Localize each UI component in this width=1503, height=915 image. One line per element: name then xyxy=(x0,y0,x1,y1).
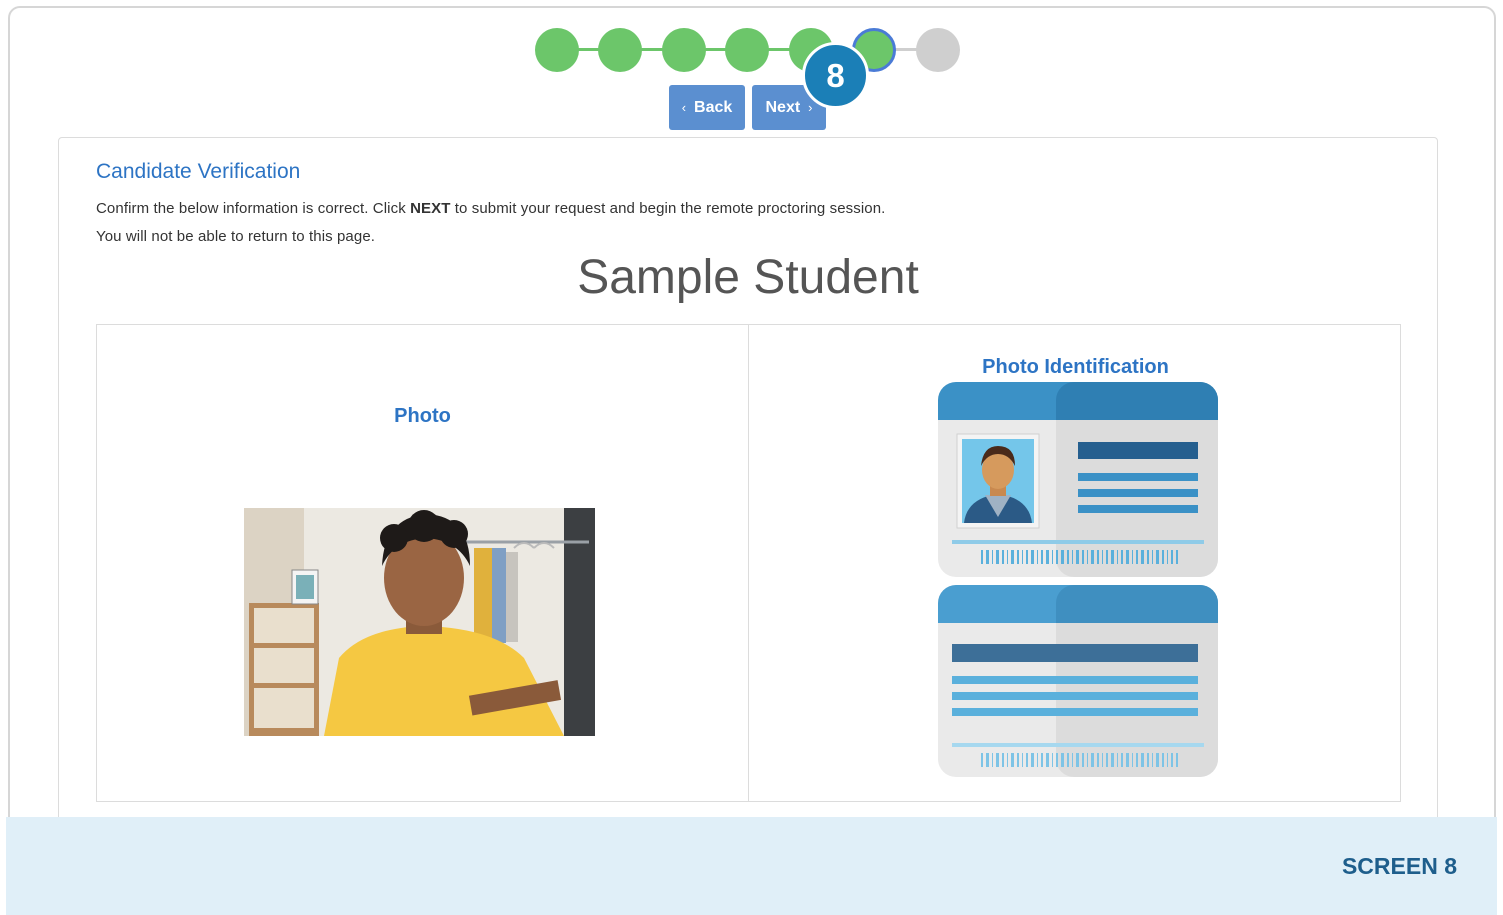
photo-heading: Photo xyxy=(394,405,451,427)
step-1 xyxy=(535,28,579,72)
next-button-label: Next xyxy=(765,98,801,116)
step-4 xyxy=(725,28,769,72)
footer-banner: SCREEN 8 xyxy=(6,817,1497,915)
instruction-warning: You will not be able to return to this p… xyxy=(96,228,376,245)
progress-stepper xyxy=(535,27,960,73)
verification-panels: Photo Photo Identification xyxy=(96,324,1401,802)
instruction-suffix: to submit your request and begin the rem… xyxy=(450,200,886,217)
instruction-bold: NEXT xyxy=(410,200,451,217)
chevron-right-icon: › xyxy=(808,100,813,115)
panel-divider xyxy=(748,325,749,801)
screen-label: SCREEN 8 xyxy=(1341,853,1457,879)
instruction-text: Confirm the below information is correct… xyxy=(96,200,885,217)
instruction-prefix: Confirm the below information is correct… xyxy=(96,200,411,217)
screen-number-badge: 8 xyxy=(802,42,869,109)
verification-card: Candidate Verification Confirm the below… xyxy=(58,137,1438,839)
back-button-label: Back xyxy=(694,98,733,116)
step-3 xyxy=(662,28,706,72)
step-2 xyxy=(598,28,642,72)
page-title: Candidate Verification xyxy=(96,160,301,183)
step-7 xyxy=(916,28,960,72)
id-heading: Photo Identification xyxy=(982,356,1169,378)
photo-id-illustration xyxy=(938,382,1218,777)
student-name: Sample Student xyxy=(577,251,919,304)
chevron-left-icon: ‹ xyxy=(681,100,687,115)
candidate-photo xyxy=(244,508,595,736)
back-button[interactable]: ‹ Back xyxy=(669,85,745,130)
